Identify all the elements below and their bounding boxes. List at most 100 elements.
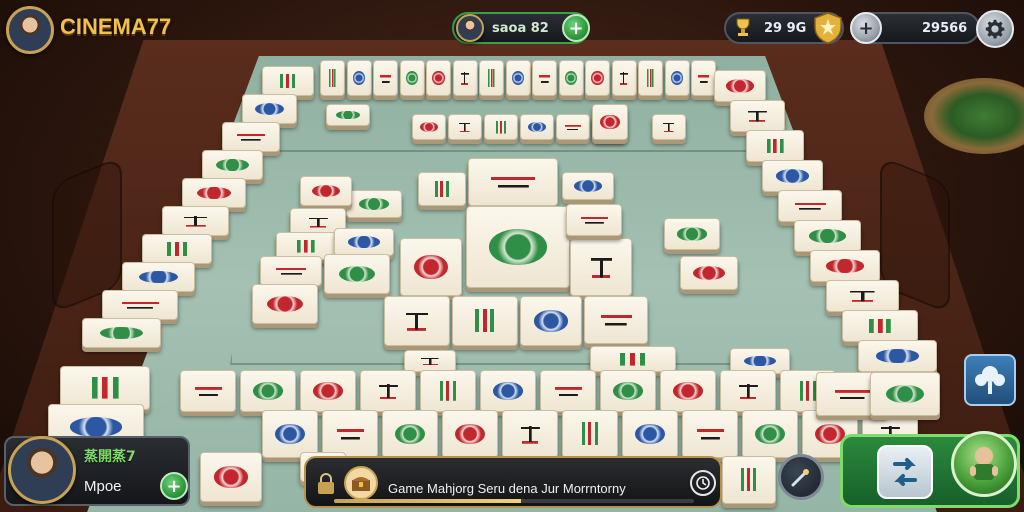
mahjong-tile[interactable]: [300, 370, 356, 412]
mahjong-tile[interactable]: [382, 410, 438, 458]
mahjong-tile[interactable]: [611, 60, 637, 96]
mahjong-tile[interactable]: [200, 452, 262, 502]
mahjong-tile[interactable]: [479, 60, 504, 96]
mahjong-tile[interactable]: [638, 60, 663, 96]
mahjong-tile[interactable]: [722, 456, 776, 504]
shuffle-button[interactable]: [877, 445, 933, 499]
mahjong-tile[interactable]: [404, 350, 456, 372]
mahjong-tile[interactable]: [182, 178, 246, 208]
mahjong-tile[interactable]: [794, 220, 861, 252]
mahjong-tile[interactable]: [720, 370, 776, 412]
mahjong-tile[interactable]: [412, 114, 446, 140]
mahjong-tile[interactable]: [418, 172, 466, 206]
mahjong-tile[interactable]: [122, 262, 195, 292]
player-add-button[interactable]: +: [160, 472, 188, 500]
mahjong-tile[interactable]: [570, 238, 632, 296]
mahjong-tile[interactable]: [532, 60, 557, 96]
mahjong-tile[interactable]: [842, 310, 918, 342]
mahjong-tile[interactable]: [562, 410, 618, 458]
hint-button[interactable]: [778, 454, 824, 500]
mahjong-tile[interactable]: [262, 410, 318, 458]
message-timer-button[interactable]: [690, 470, 716, 496]
center-add-button[interactable]: +: [562, 14, 590, 42]
mahjong-tile[interactable]: [680, 256, 738, 290]
mahjong-tile[interactable]: [426, 60, 451, 96]
mahjong-tile[interactable]: [162, 206, 229, 236]
mahjong-tile[interactable]: [714, 70, 766, 102]
mahjong-tile[interactable]: [762, 160, 823, 192]
mahjong-tile[interactable]: [452, 296, 518, 346]
mahjong-tile[interactable]: [858, 340, 937, 372]
mahjong-tile[interactable]: [326, 104, 370, 126]
mahjong-tile[interactable]: [622, 410, 678, 458]
mahjong-tile[interactable]: [468, 158, 558, 206]
mahjong-tile[interactable]: [590, 346, 676, 372]
mahjong-tile[interactable]: [346, 60, 372, 96]
mahjong-tile[interactable]: [82, 318, 161, 348]
mahjong-tile[interactable]: [810, 250, 880, 282]
mahjong-tile[interactable]: [324, 254, 390, 294]
mahjong-tile[interactable]: [300, 176, 352, 206]
mahjong-tile[interactable]: [660, 370, 716, 412]
mahjong-tile[interactable]: [346, 190, 402, 218]
mahjong-tile[interactable]: [505, 60, 531, 96]
mahjong-tile[interactable]: [260, 256, 322, 286]
mahjong-tile[interactable]: [384, 296, 450, 346]
mahjong-tile[interactable]: [600, 370, 656, 412]
player-avatar[interactable]: [8, 436, 76, 504]
mahjong-tile[interactable]: [664, 218, 720, 250]
mahjong-tile[interactable]: [202, 150, 263, 180]
brand-avatar[interactable]: [6, 6, 54, 54]
mahjong-tile[interactable]: [742, 410, 798, 458]
mahjong-tile[interactable]: [778, 190, 842, 222]
mahjong-tile[interactable]: [448, 114, 482, 140]
mahjong-tile[interactable]: [142, 234, 212, 264]
message-bar[interactable]: Game Mahjorg Seru dena Jur Morrntorny: [304, 456, 722, 508]
mahjong-tile[interactable]: [242, 94, 297, 124]
mahjong-tile[interactable]: [652, 114, 686, 140]
mahjong-tile[interactable]: [520, 114, 554, 140]
mahjong-tile[interactable]: [466, 206, 570, 288]
mahjong-tile[interactable]: [520, 296, 582, 346]
mahjong-tile[interactable]: [399, 60, 425, 96]
center-avatar[interactable]: [456, 14, 484, 42]
mahjong-tile[interactable]: [222, 122, 280, 152]
message-progress: [334, 499, 694, 503]
coins-add-button[interactable]: +: [850, 12, 882, 44]
mahjong-tile[interactable]: [102, 290, 178, 320]
mahjong-tile[interactable]: [320, 60, 345, 96]
mascot-button[interactable]: [951, 431, 1017, 497]
settings-button[interactable]: [976, 10, 1014, 48]
mahjong-tile[interactable]: [691, 60, 716, 96]
mahjong-tile[interactable]: [322, 410, 378, 458]
mahjong-tile[interactable]: [252, 284, 318, 324]
mahjong-tile[interactable]: [360, 370, 416, 412]
mahjong-tile[interactable]: [452, 60, 478, 96]
mahjong-tile[interactable]: [484, 114, 518, 140]
mahjong-tile[interactable]: [566, 204, 622, 236]
mahjong-tile[interactable]: [262, 66, 314, 96]
mahjong-tile[interactable]: [240, 370, 296, 412]
mahjong-tile[interactable]: [540, 370, 596, 412]
mahjong-tile[interactable]: [400, 238, 462, 296]
mahjong-tile[interactable]: [585, 60, 610, 96]
mahjong-tile[interactable]: [556, 114, 590, 140]
mahjong-tile[interactable]: [502, 410, 558, 458]
mahjong-tile[interactable]: [480, 370, 536, 412]
mahjong-tile[interactable]: [592, 104, 628, 140]
mahjong-tile[interactable]: [373, 60, 398, 96]
mahjong-tile[interactable]: [420, 370, 476, 412]
side-tool-button[interactable]: [964, 354, 1016, 406]
mahjong-tile[interactable]: [730, 100, 785, 132]
mahjong-tile[interactable]: [562, 172, 614, 200]
mahjong-tile[interactable]: [826, 280, 899, 312]
mahjong-tile[interactable]: [664, 60, 690, 96]
mahjong-tile[interactable]: [442, 410, 498, 458]
mahjong-tile[interactable]: [334, 228, 394, 256]
mahjong-tile[interactable]: [682, 410, 738, 458]
mahjong-tile[interactable]: [180, 370, 236, 412]
mahjong-tile[interactable]: [870, 372, 940, 416]
mahjong-tile[interactable]: [746, 130, 804, 162]
mahjong-tile[interactable]: [558, 60, 584, 96]
mahjong-tile[interactable]: [584, 296, 648, 344]
